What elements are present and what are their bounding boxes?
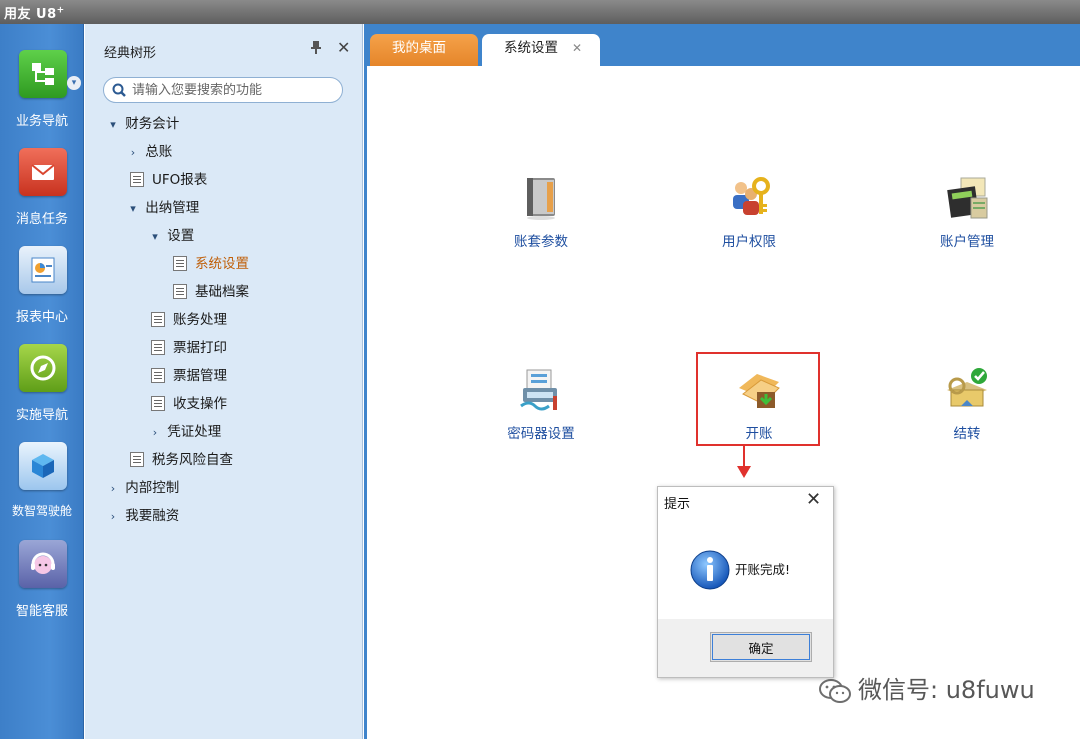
- ok-button[interactable]: 确定: [710, 632, 812, 662]
- tab-my-desktop[interactable]: 我的桌面: [370, 34, 478, 66]
- document-icon: [151, 396, 165, 411]
- tree-node-general-ledger[interactable]: › 总账: [125, 141, 173, 163]
- tree-node-financing[interactable]: › 我要融资: [105, 505, 180, 527]
- rail-item-label: 业务导航: [15, 114, 68, 129]
- dialog-message: 开账完成!: [735, 562, 791, 577]
- tree-node-account-processing[interactable]: 账务处理: [151, 309, 227, 331]
- dialog-footer: 确定: [658, 619, 833, 677]
- rail-item-label: 消息任务: [15, 212, 68, 227]
- rail-item-smart-customer-service[interactable]: 智能客服: [0, 540, 84, 638]
- tree-node-voucher-processing[interactable]: › 凭证处理: [147, 421, 222, 443]
- rail-item-label: 数智驾驶舱: [11, 504, 72, 518]
- highlight-box: [696, 352, 820, 446]
- chevron-down-icon: ▾: [130, 202, 136, 215]
- document-icon: [151, 312, 165, 327]
- function-password-device-settings[interactable]: 密码器设置: [481, 366, 601, 446]
- wechat-icon: [819, 679, 851, 703]
- rail-item-label: 报表中心: [15, 310, 68, 325]
- rail-item-message-task[interactable]: 消息任务: [0, 148, 84, 246]
- rail-item-digital-cockpit[interactable]: 数智驾驶舱: [0, 442, 84, 540]
- title-bar: 用友 U8+: [0, 0, 1080, 24]
- rail-item-business-navigation[interactable]: 业务导航: [0, 50, 84, 148]
- message-task-icon: [19, 148, 67, 196]
- document-icon: [173, 256, 187, 271]
- close-icon[interactable]: ✕: [572, 34, 582, 62]
- document-icon: [151, 340, 165, 355]
- document-icon: [151, 368, 165, 383]
- tree-node-ufo-report[interactable]: UFO报表: [130, 169, 207, 191]
- report-center-icon: [19, 246, 67, 294]
- tab-system-settings[interactable]: 系统设置 ✕: [482, 34, 600, 66]
- wechat-watermark: 微信号: u8fuwu: [818, 672, 1035, 708]
- close-icon[interactable]: ✕: [337, 38, 350, 57]
- tab-bar: 我的桌面 系统设置 ✕: [364, 24, 1080, 66]
- user-permission-icon: [733, 177, 770, 215]
- chevron-right-icon: ›: [110, 482, 116, 495]
- tree-node-settings[interactable]: ▾ 设置: [147, 225, 194, 247]
- chevron-right-icon: ›: [110, 510, 116, 523]
- tree-node-basic-archives[interactable]: 基础档案: [173, 281, 249, 303]
- document-icon: [130, 172, 144, 187]
- rail-item-report-center[interactable]: 报表中心: [0, 246, 84, 344]
- chevron-right-icon: ›: [152, 426, 158, 439]
- smart-customer-service-icon: [19, 540, 67, 588]
- account-book-icon: [527, 178, 555, 220]
- password-device-icon: [520, 369, 557, 411]
- rail-item-label: 智能客服: [15, 604, 68, 619]
- tree-node-income-expense[interactable]: 收支操作: [151, 393, 227, 415]
- chevron-down-icon: ▾: [110, 118, 116, 131]
- carry-forward-icon: [947, 368, 987, 407]
- tree-panel-header: 经典树形 ✕: [85, 24, 363, 61]
- pin-icon[interactable]: [309, 40, 323, 57]
- tree-panel-title: 经典树形: [104, 46, 157, 61]
- info-dialog: 提示 ✕ 开账完成! 确定: [657, 486, 834, 678]
- chevron-right-icon: ›: [130, 146, 136, 159]
- left-nav-rail: 业务导航 ▾ 消息任务 报表中心 实施导航 数智驾驶舱 智能客服: [0, 24, 84, 739]
- rail-item-implementation-navigation[interactable]: 实施导航: [0, 344, 84, 442]
- close-icon[interactable]: ✕: [806, 489, 821, 510]
- function-user-permissions[interactable]: 用户权限: [689, 174, 809, 254]
- function-account-management[interactable]: 账户管理: [907, 174, 1027, 254]
- tree-node-bill-management[interactable]: 票据管理: [151, 365, 227, 387]
- document-icon: [173, 284, 187, 299]
- document-icon: [130, 452, 144, 467]
- dialog-title: 提示: [664, 497, 691, 512]
- rail-item-label: 实施导航: [15, 408, 68, 423]
- search-icon: [112, 83, 126, 97]
- digital-cockpit-icon: [19, 442, 67, 490]
- app-title: 用友 U8+: [4, 5, 65, 22]
- business-navigation-icon: [19, 50, 67, 98]
- tree-panel: 经典树形 ✕ ▾ 财务会计 › 总账 UFO报表 ▾ 出纳管理 ▾ 设置 系统设…: [85, 24, 363, 739]
- function-account-parameters[interactable]: 账套参数: [481, 174, 601, 254]
- chevron-down-icon: ▾: [152, 230, 158, 243]
- tree-node-caiwu-kuaiji[interactable]: ▾ 财务会计: [105, 113, 179, 135]
- info-icon: [690, 550, 730, 590]
- tree-node-tax-risk-check[interactable]: 税务风险自查: [130, 449, 233, 471]
- arrow-line: [743, 446, 745, 468]
- arrow-down-icon: [737, 466, 751, 478]
- tree-node-internal-control[interactable]: › 内部控制: [105, 477, 180, 499]
- account-management-icon: [947, 177, 988, 219]
- search-box[interactable]: [103, 77, 343, 103]
- implementation-navigation-icon: [19, 344, 67, 392]
- tree-node-cashier-management[interactable]: ▾ 出纳管理: [125, 197, 199, 219]
- search-input[interactable]: [132, 81, 332, 99]
- chevron-down-icon[interactable]: ▾: [67, 76, 81, 90]
- function-carry-forward[interactable]: 结转: [907, 366, 1027, 446]
- tree-node-bill-printing[interactable]: 票据打印: [151, 337, 227, 359]
- tree-node-system-settings[interactable]: 系统设置: [173, 253, 249, 275]
